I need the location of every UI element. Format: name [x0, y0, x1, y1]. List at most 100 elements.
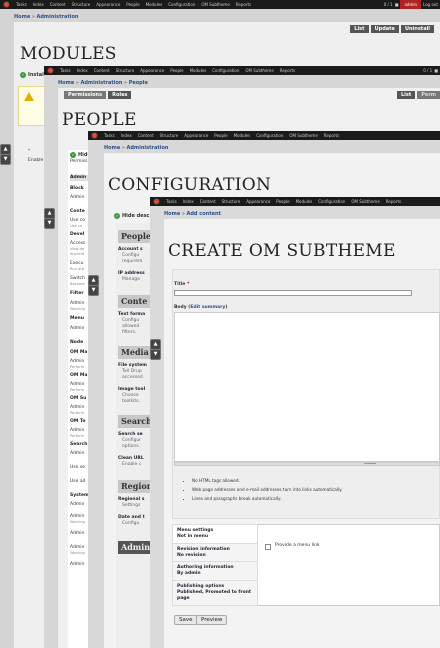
toolbar-item[interactable]: Structure	[69, 2, 94, 7]
config-desc: Tell Drup accessed	[122, 369, 143, 381]
scroll-down-icon[interactable]: ▼	[1, 155, 10, 164]
vtab-revision-information[interactable]: Revision information No revision	[173, 544, 257, 563]
breadcrumb: Home » Administration	[104, 145, 168, 151]
toolbar-item[interactable]: Appearance	[137, 68, 167, 73]
drupal-logo-icon[interactable]	[3, 1, 10, 8]
toolbar-item[interactable]: People	[273, 199, 292, 204]
toolbar-item[interactable]: OM Subtheme	[242, 68, 276, 73]
required-mark: *	[186, 282, 190, 287]
toolbar-item[interactable]: Modules	[143, 2, 166, 7]
save-button[interactable]: Save	[174, 615, 198, 625]
toolbar-item[interactable]: Appearance	[243, 199, 273, 204]
preview-button[interactable]: Preview	[196, 615, 228, 625]
toolbar-item[interactable]: Appearance	[181, 133, 211, 138]
menu-link-checkbox[interactable]	[265, 544, 271, 550]
toolbar-item[interactable]: Tasks	[57, 68, 74, 73]
toolbar-item[interactable]: Structure	[219, 199, 244, 204]
toolbar-item[interactable]: Modules	[187, 68, 210, 73]
toolbar-item[interactable]: Reports	[383, 199, 404, 204]
scroll-up-icon[interactable]: ▲	[89, 276, 98, 285]
vertical-tab-list: Menu settings Not in menu Revision inform…	[172, 524, 258, 606]
edit-summary-link[interactable]: Edit summary	[190, 305, 225, 310]
toolbar-item[interactable]: Index	[180, 199, 197, 204]
install-label: Install	[28, 72, 46, 78]
drupal-logo-icon[interactable]	[153, 198, 160, 205]
title-input[interactable]	[174, 290, 412, 296]
toolbar-item[interactable]: Configuration	[165, 2, 198, 7]
drupal-logo-icon[interactable]	[91, 132, 98, 139]
body-textarea[interactable]	[174, 312, 440, 462]
toolbar-item[interactable]: People	[167, 68, 186, 73]
fieldset-label: –	[28, 148, 31, 153]
toolbar-item[interactable]: Content	[135, 133, 157, 138]
toolbar-item[interactable]: Content	[47, 2, 69, 7]
toolbar-item[interactable]: People	[123, 2, 142, 7]
admin-toolbar: Tasks Index Content Structure Appearance…	[88, 131, 440, 140]
config-desc: Enable c	[122, 462, 142, 468]
scroll-up-icon[interactable]: ▲	[45, 209, 54, 218]
scroll-controls-2[interactable]: ▲ ▼	[44, 208, 55, 229]
toolbar-item[interactable]: OM Subtheme	[286, 133, 320, 138]
toolbar-item[interactable]: Structure	[113, 68, 138, 73]
toolbar-item[interactable]: Reports	[321, 133, 342, 138]
tab-perm[interactable]: Perm	[417, 91, 440, 99]
scroll-controls-1[interactable]: ▲ ▼	[0, 144, 11, 165]
toolbar-item[interactable]: Index	[74, 68, 91, 73]
toolbar-item[interactable]: Configuration	[253, 133, 286, 138]
scroll-down-icon[interactable]: ▼	[45, 219, 54, 228]
vtab-publishing-options[interactable]: Publishing options Published, Promoted to…	[173, 581, 257, 606]
config-desc: Configur options.	[122, 438, 142, 450]
toolbar-item[interactable]: Content	[197, 199, 219, 204]
toolbar-item[interactable]: Modules	[231, 133, 254, 138]
drupal-logo-icon[interactable]	[47, 67, 54, 74]
scroll-down-icon[interactable]: ▼	[151, 350, 160, 359]
toolbar-item[interactable]: Configuration	[209, 68, 242, 73]
logout-link[interactable]: Log out	[423, 2, 438, 7]
scroll-up-icon[interactable]: ▲	[151, 340, 160, 349]
toolbar-item[interactable]: OM Subtheme	[198, 2, 232, 7]
toolbar-item[interactable]: Tasks	[163, 199, 180, 204]
crumb-home[interactable]: Home	[164, 211, 180, 217]
toolbar-item[interactable]: People	[211, 133, 230, 138]
toolbar-item[interactable]: Appearance	[93, 2, 123, 7]
crumb-home[interactable]: Home	[104, 145, 120, 151]
config-desc: Configu	[122, 521, 140, 527]
toolbar-item[interactable]: Structure	[157, 133, 182, 138]
toolbar-item[interactable]: Reports	[233, 2, 254, 7]
crumb-home[interactable]: Home	[14, 14, 30, 20]
vtab-authoring-information[interactable]: Authoring information By admin	[173, 562, 257, 582]
tab-permissions[interactable]: Permissions	[64, 91, 107, 99]
toolbar-item[interactable]: Reports	[277, 68, 298, 73]
crumb-home[interactable]: Home	[58, 80, 74, 86]
tab-roles[interactable]: Roles	[108, 91, 132, 99]
crumb-admin[interactable]: Administration	[36, 14, 78, 20]
scroll-up-icon[interactable]: ▲	[1, 145, 10, 154]
toolbar-item[interactable]: Index	[118, 133, 135, 138]
toolbar-item[interactable]: Tasks	[101, 133, 118, 138]
user-link[interactable]: admin	[400, 0, 422, 9]
crumb-add-content[interactable]: Add content	[186, 211, 220, 217]
hide-desc-label[interactable]: Hide desc	[122, 213, 150, 219]
toolbar-item[interactable]: OM Subtheme	[348, 199, 382, 204]
crumb-admin[interactable]: Administration	[126, 145, 168, 151]
vtab-summary: Not in menu	[177, 533, 209, 539]
scroll-down-icon[interactable]: ▼	[89, 286, 98, 295]
textarea-grip[interactable]	[174, 462, 440, 466]
tab-update[interactable]: Update	[370, 25, 399, 33]
toolbar-item[interactable]: Modules	[293, 199, 316, 204]
tab-list[interactable]: List	[396, 91, 416, 99]
menu-link-label[interactable]: Provide a menu link	[275, 543, 320, 549]
toolbar-item[interactable]: Configuration	[315, 199, 348, 204]
tab-uninstall[interactable]: Uninstall	[400, 25, 434, 33]
vtab-menu-settings[interactable]: Menu settings Not in menu	[173, 525, 257, 544]
crumb-admin[interactable]: Administration	[80, 80, 122, 86]
scroll-controls-4[interactable]: ▲ ▼	[150, 339, 161, 360]
toolbar-item[interactable]: Content	[91, 68, 113, 73]
scroll-controls-3[interactable]: ▲ ▼	[88, 275, 99, 296]
enable-label: Enable	[28, 158, 44, 164]
tab-list[interactable]: List	[350, 25, 369, 33]
toolbar-item[interactable]: Tasks	[13, 2, 30, 7]
breadcrumb: Home » Administration » People	[58, 80, 148, 86]
crumb-people[interactable]: People	[129, 80, 148, 86]
toolbar-item[interactable]: Index	[30, 2, 47, 7]
